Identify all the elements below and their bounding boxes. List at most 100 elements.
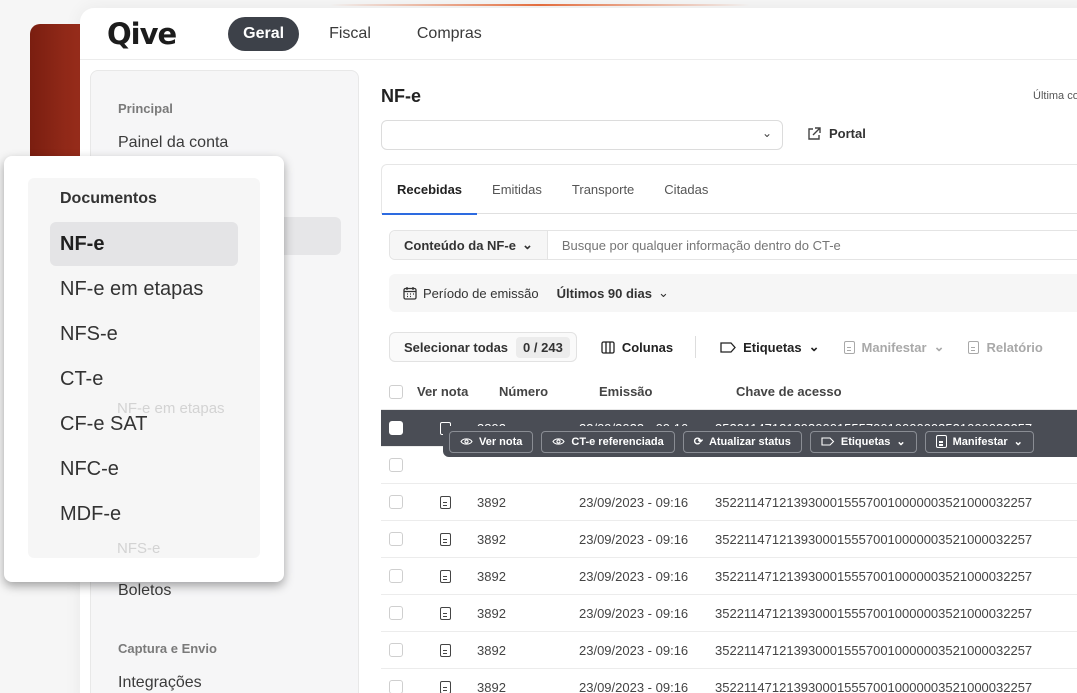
columns-button[interactable]: Colunas: [601, 340, 673, 355]
row-refresh-label: Atualizar status: [708, 435, 791, 448]
row-labels-label: Etiquetas: [840, 435, 891, 448]
col-chave[interactable]: Chave de acesso: [736, 384, 842, 399]
cell-chave: 3522114712139300015557001000000352100003…: [715, 531, 1033, 547]
documents-table: Ver nota Número Emissão Chave de acesso …: [381, 374, 1077, 693]
row-cte-ref-button[interactable]: CT-e referenciada: [541, 430, 675, 453]
row-refresh-status-button[interactable]: ⟳ Atualizar status: [682, 430, 802, 453]
cell-emissao: 23/09/2023 - 09:16: [579, 679, 689, 693]
row-view-note-label: Ver nota: [479, 435, 523, 448]
main-content: NF-e Última co ⌄ Portal Recebidas Emitid…: [381, 70, 1077, 693]
report-icon: [968, 340, 980, 354]
col-emissao[interactable]: Emissão: [599, 384, 736, 399]
table-toolbar: Selecionar todas 0 / 243 Colunas Etiquet…: [389, 332, 1043, 362]
sidebar-item-integracoes[interactable]: Integrações: [118, 674, 202, 692]
view-note-icon[interactable]: [425, 680, 465, 693]
row-actions-bar: Ver nota CT-e referenciada ⟳ Atualizar s…: [443, 426, 1077, 457]
overlay-item-nfe[interactable]: NF-e: [60, 233, 104, 256]
top-bar: Qive Geral Fiscal Compras: [80, 8, 1077, 60]
portal-link[interactable]: Portal: [807, 126, 866, 141]
header-checkbox[interactable]: [389, 384, 403, 399]
search-scope-dropdown[interactable]: Conteúdo da NF-e ⌄: [390, 231, 548, 259]
nav-fiscal[interactable]: Fiscal: [329, 25, 371, 43]
accent-line: [330, 4, 750, 6]
search-input[interactable]: [561, 237, 1062, 253]
view-note-icon[interactable]: [425, 532, 465, 546]
overlay-item-nfe-etapas[interactable]: NF-e em etapas: [60, 278, 203, 301]
sidebar-item-boletos[interactable]: Boletos: [118, 582, 171, 600]
nav-compras[interactable]: Compras: [417, 25, 482, 43]
cell-numero: 3892: [477, 531, 506, 547]
manifest-button[interactable]: Manifestar ⌄: [843, 339, 944, 355]
document-icon: [935, 435, 947, 448]
col-numero[interactable]: Número: [499, 384, 599, 399]
calendar-icon: [403, 287, 417, 300]
page-title: NF-e: [381, 86, 421, 106]
sidebar-item-painel[interactable]: Painel da conta: [118, 134, 228, 152]
overlay-item-cte[interactable]: CT-e: [60, 368, 103, 391]
nav-geral[interactable]: Geral: [228, 16, 300, 51]
columns-icon: [601, 340, 615, 354]
tag-icon: [720, 341, 736, 353]
last-update-text: Última co: [1033, 90, 1077, 102]
cell-emissao: 23/09/2023 - 09:16: [579, 605, 689, 621]
cell-chave: 3522114712139300015557001000000352100003…: [715, 605, 1033, 621]
row-manifest-label: Manifestar: [952, 435, 1008, 448]
cell-numero: 3892: [477, 568, 506, 584]
row-manifest-button[interactable]: Manifestar ⌄: [924, 430, 1034, 453]
table-row[interactable]: 3892 23/09/2023 - 09:16 3522114712139300…: [381, 521, 1077, 558]
period-filter[interactable]: Período de emissão Últimos 90 dias ⌄: [389, 274, 1077, 312]
row-checkbox[interactable]: [389, 569, 403, 583]
row-checkbox[interactable]: [389, 458, 403, 472]
company-select[interactable]: ⌄: [381, 120, 783, 150]
row-checkbox[interactable]: [389, 680, 403, 693]
row-checkbox[interactable]: [389, 421, 403, 435]
table-row[interactable]: 3892 23/09/2023 - 09:16 3522114712139300…: [381, 632, 1077, 669]
view-note-icon[interactable]: [425, 643, 465, 657]
overlay-item-cfe-sat[interactable]: CF-e SAT: [60, 413, 147, 436]
row-checkbox[interactable]: [389, 643, 403, 657]
select-all-button[interactable]: Selecionar todas 0 / 243: [389, 332, 577, 362]
row-view-note-button[interactable]: Ver nota: [449, 430, 534, 453]
period-label: Período de emissão: [423, 285, 539, 301]
qive-logo[interactable]: Qive: [107, 17, 177, 51]
cell-chave: 3522114712139300015557001000000352100003…: [715, 642, 1033, 658]
report-button[interactable]: Relatório: [968, 340, 1043, 355]
overlay-item-nfce[interactable]: NFC-e: [60, 458, 119, 481]
overlay-section-documentos: Documentos: [60, 190, 157, 207]
table-row[interactable]: 3892 23/09/2023 - 09:16 3522114712139300…: [381, 558, 1077, 595]
cell-numero: 3892: [477, 605, 506, 621]
main-nav: Geral Fiscal Compras: [228, 16, 482, 51]
row-checkbox[interactable]: [389, 495, 403, 509]
view-note-icon[interactable]: [425, 569, 465, 583]
tab-citadas[interactable]: Citadas: [649, 164, 723, 214]
cell-chave: 3522114712139300015557001000000352100003…: [715, 679, 1033, 693]
period-value: Últimos 90 dias: [556, 285, 652, 301]
table-header: Ver nota Número Emissão Chave de acesso: [381, 374, 1077, 410]
cell-emissao: 23/09/2023 - 09:16: [579, 494, 689, 510]
chevron-down-icon: ⌄: [808, 339, 820, 354]
view-note-icon[interactable]: [425, 606, 465, 620]
table-row[interactable]: 3892 23/09/2023 - 09:16 3522114712139300…: [381, 669, 1077, 693]
tab-recebidas[interactable]: Recebidas: [382, 164, 478, 215]
toolbar-divider: [695, 336, 697, 358]
cell-emissao: 23/09/2023 - 09:16: [579, 531, 689, 547]
table-row[interactable]: 3892 23/09/2023 - 09:16 3522114712139300…: [381, 484, 1077, 521]
view-note-icon[interactable]: [425, 495, 465, 509]
document-tabs: Recebidas Emitidas Transporte Citadas: [381, 164, 1077, 215]
document-icon: [843, 340, 855, 354]
tab-emitidas[interactable]: Emitidas: [477, 164, 557, 214]
row-checkbox[interactable]: [389, 532, 403, 546]
labels-button[interactable]: Etiquetas ⌄: [720, 339, 820, 355]
sidebar-section-principal: Principal: [118, 101, 173, 116]
row-labels-button[interactable]: Etiquetas ⌄: [809, 430, 917, 453]
sidebar-section-captura: Captura e Envio: [118, 641, 217, 656]
chevron-down-icon: ⌄: [521, 237, 533, 252]
screen: Qive Geral Fiscal Compras Principal Pain…: [0, 0, 1077, 693]
overlay-item-mdfe[interactable]: MDF-e: [60, 503, 121, 526]
tab-transporte[interactable]: Transporte: [557, 164, 649, 214]
external-link-icon: [808, 126, 821, 140]
table-row[interactable]: 3892 23/09/2023 - 09:16 3522114712139300…: [381, 595, 1077, 632]
row-checkbox[interactable]: [389, 606, 403, 620]
overlay-item-nfse[interactable]: NFS-e: [60, 323, 118, 346]
chevron-down-icon: ⌄: [1013, 436, 1023, 448]
